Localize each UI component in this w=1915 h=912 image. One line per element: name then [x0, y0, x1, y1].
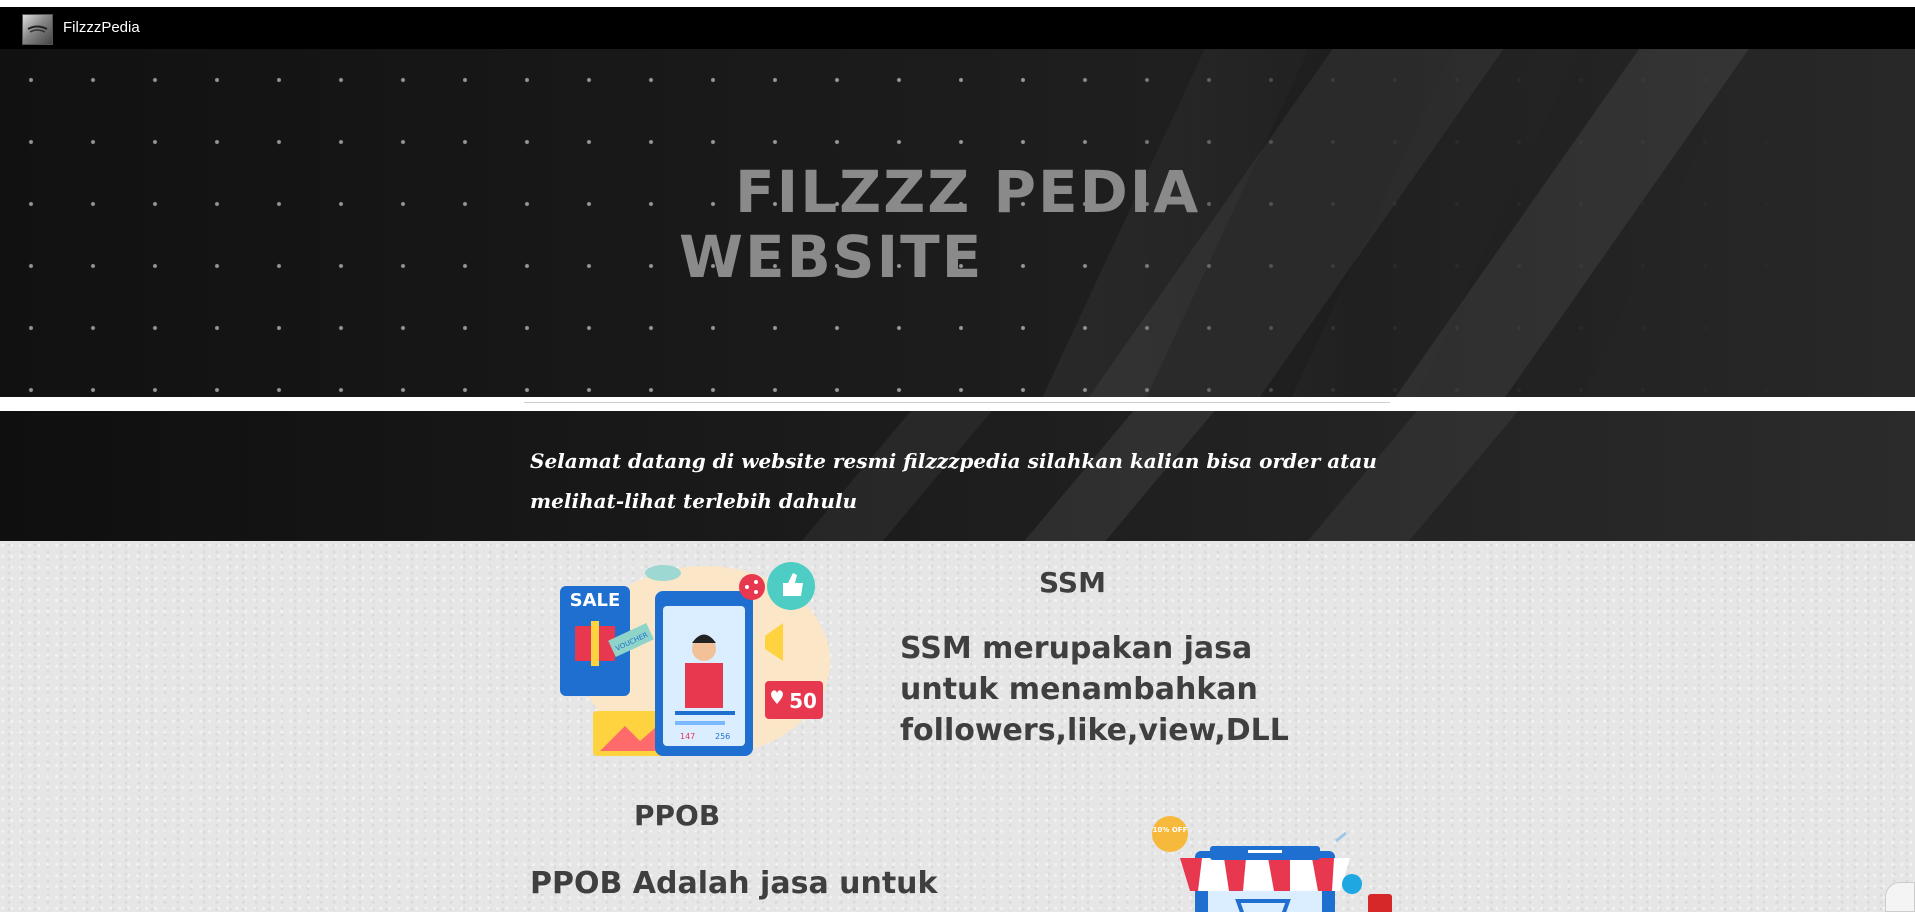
hero-title-line2: WEBSITE: [679, 223, 984, 291]
likes-count: 147: [680, 732, 695, 741]
site-logo-icon[interactable]: [22, 14, 53, 45]
welcome-banner: Selamat datang di website resmi filzzzpe…: [0, 411, 1915, 541]
ssm-title: SSM: [1039, 566, 1106, 599]
likes-badge: 50: [789, 689, 817, 713]
scroll-to-top-button[interactable]: [1885, 882, 1915, 912]
online-store-illustration: 10% OFF: [1152, 816, 1392, 912]
section-divider: [524, 402, 1390, 403]
sale-label: SALE: [570, 590, 621, 611]
hero-banner: FILZZZ PEDIA WEBSITE: [0, 49, 1915, 397]
services-section: SALE 147 256 VOUCHER 50 SSM SSM merupaka…: [0, 541, 1915, 912]
comments-count: 256: [715, 732, 730, 741]
site-brand-link[interactable]: FilzzzPedia: [63, 19, 140, 36]
welcome-text: Selamat datang di website resmi filzzzpe…: [530, 449, 1377, 513]
discount-badge: 10% OFF: [1153, 826, 1188, 834]
ppob-title: PPOB: [634, 799, 721, 832]
ssm-description: SSM merupakan jasa untuk menambahkan fol…: [900, 631, 1289, 748]
top-navbar: FilzzzPedia: [0, 7, 1915, 49]
hero-title-line1: FILZZZ PEDIA: [735, 158, 1201, 226]
social-media-marketing-illustration: SALE 147 256 VOUCHER 50: [560, 562, 830, 756]
ppob-description: PPOB Adalah jasa untuk: [530, 866, 938, 901]
